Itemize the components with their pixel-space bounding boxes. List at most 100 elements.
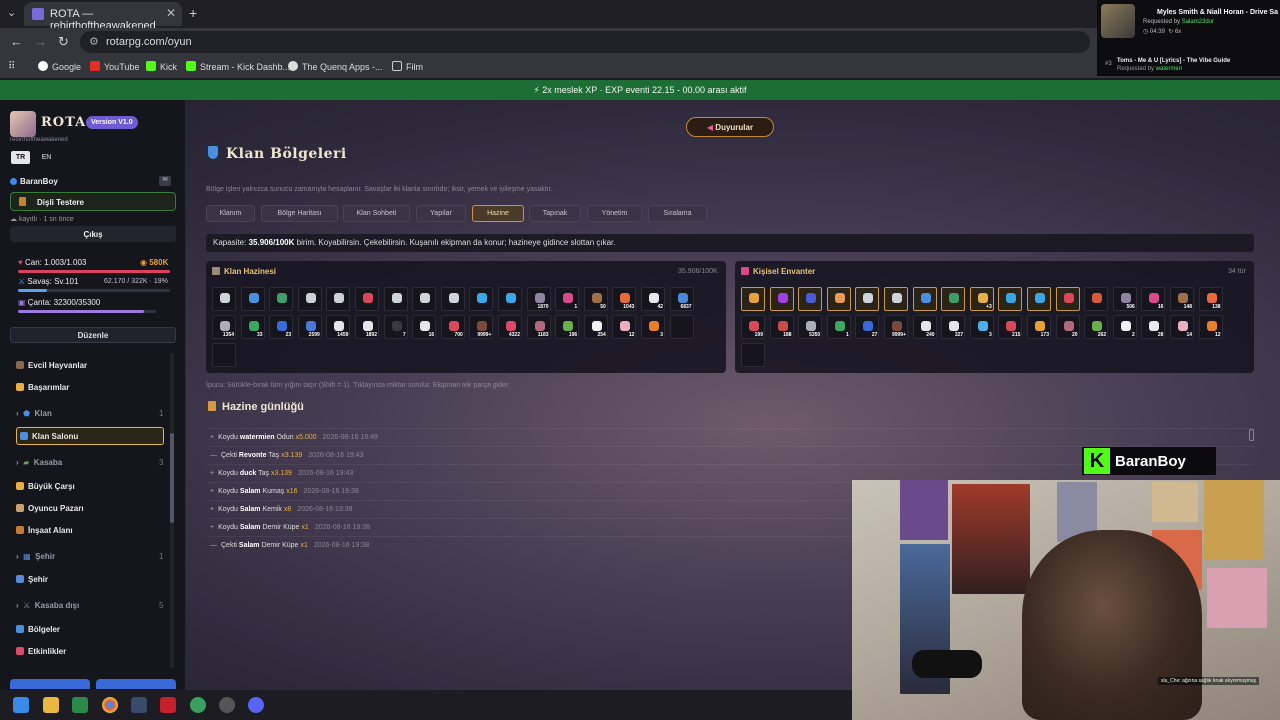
- sidebar-item-pets[interactable]: Evcil Hayvanlar: [16, 361, 87, 370]
- forward-icon[interactable]: →: [34, 34, 47, 49]
- message-icon[interactable]: ✉: [159, 176, 171, 186]
- item-slot[interactable]: 23: [269, 315, 294, 339]
- sidebar-group-clan[interactable]: › ⬟ Klan 1: [16, 409, 163, 418]
- sidebar-group-outside[interactable]: › ⚔ Kasaba dışı 5: [16, 601, 163, 610]
- item-slot[interactable]: 3: [641, 315, 665, 339]
- item-slot[interactable]: 254: [583, 315, 608, 339]
- logout-button[interactable]: Çıkış: [10, 226, 176, 242]
- item-slot[interactable]: [440, 287, 465, 311]
- item-slot[interactable]: 2: [1112, 315, 1137, 339]
- item-slot[interactable]: +3: [969, 287, 994, 311]
- item-slot[interactable]: 138: [1198, 287, 1223, 311]
- item-slot[interactable]: [326, 287, 351, 311]
- item-slot[interactable]: [240, 287, 265, 311]
- item-slot[interactable]: [912, 287, 937, 311]
- item-slot[interactable]: 16: [412, 315, 437, 339]
- app-icon[interactable]: [131, 697, 147, 713]
- item-slot[interactable]: 1354: [212, 315, 236, 339]
- item-slot[interactable]: 33: [240, 315, 265, 339]
- sidebar-item-big-market[interactable]: Büyük Çarşı: [16, 482, 75, 491]
- bookmark-stream-dashboard[interactable]: Stream - Kick Dashb...: [186, 61, 290, 72]
- log-scrollbar[interactable]: [1249, 429, 1254, 441]
- tab-clan-chat[interactable]: Klan Sohbeti: [343, 205, 410, 222]
- item-slot[interactable]: 188: [769, 315, 794, 339]
- sidebar-group-town[interactable]: › ▰ Kasaba 3: [16, 458, 163, 467]
- item-slot[interactable]: [383, 287, 408, 311]
- item-slot[interactable]: 1: [826, 315, 851, 339]
- sidebar-item-events[interactable]: Etkinlikler: [16, 647, 66, 656]
- item-slot[interactable]: [1084, 287, 1109, 311]
- item-slot[interactable]: [498, 287, 522, 311]
- item-slot[interactable]: 1043: [612, 287, 637, 311]
- tab-buildings[interactable]: Yapılar: [416, 205, 466, 222]
- item-slot[interactable]: 1183: [526, 315, 551, 339]
- item-slot[interactable]: 700: [440, 315, 465, 339]
- tab-temple[interactable]: Tapınak: [529, 205, 581, 222]
- reload-icon[interactable]: ↻: [58, 34, 69, 50]
- windows-start-icon[interactable]: [13, 697, 29, 713]
- item-slot[interactable]: [884, 287, 908, 311]
- item-slot[interactable]: [1027, 287, 1051, 311]
- announcements-button[interactable]: ◀ Duyurular: [686, 117, 774, 137]
- item-slot[interactable]: 5350: [798, 315, 823, 339]
- item-slot[interactable]: [741, 343, 765, 367]
- lang-tr-button[interactable]: TR: [11, 151, 30, 164]
- item-slot[interactable]: [798, 287, 823, 311]
- file-explorer-icon[interactable]: [43, 697, 59, 713]
- item-slot[interactable]: 506: [1112, 287, 1137, 311]
- sidebar-item-clan-hall[interactable]: Klan Salonu: [16, 427, 164, 445]
- sidebar-scroll-thumb[interactable]: [170, 433, 174, 523]
- item-slot[interactable]: [1055, 287, 1080, 311]
- sidebar-item-city[interactable]: Şehir: [16, 575, 48, 584]
- item-slot[interactable]: [269, 287, 294, 311]
- bookmark-youtube[interactable]: YouTube: [90, 61, 139, 72]
- sidebar-bottom-button[interactable]: [10, 679, 90, 689]
- bookmark-google[interactable]: Google: [38, 61, 81, 72]
- item-slot[interactable]: 4322: [498, 315, 522, 339]
- sidebar-item-construction[interactable]: İnşaat Alanı: [16, 526, 73, 535]
- app-icon[interactable]: [219, 697, 235, 713]
- item-slot[interactable]: 12: [1198, 315, 1223, 339]
- sidebar-item-regions[interactable]: Bölgeler: [16, 625, 60, 634]
- job-button[interactable]: Dişli Testere: [10, 192, 176, 211]
- edit-button[interactable]: Düzenle: [10, 327, 176, 343]
- close-tab-icon[interactable]: ✕: [166, 6, 176, 20]
- item-slot[interactable]: [412, 287, 437, 311]
- item-slot[interactable]: 20: [1055, 315, 1080, 339]
- tab-my-clan[interactable]: Klanım: [206, 205, 255, 222]
- item-slot[interactable]: 240: [912, 315, 937, 339]
- item-slot[interactable]: [669, 315, 694, 339]
- sidebar-bottom-button[interactable]: [96, 679, 176, 689]
- item-slot[interactable]: [741, 287, 765, 311]
- lang-en-button[interactable]: EN: [37, 151, 56, 164]
- new-tab-icon[interactable]: +: [189, 5, 197, 21]
- item-slot[interactable]: 3: [969, 315, 994, 339]
- item-slot[interactable]: 196: [555, 315, 580, 339]
- item-slot[interactable]: 27: [855, 315, 880, 339]
- sidebar-item-player-market[interactable]: Oyuncu Pazarı: [16, 504, 84, 513]
- spreadsheet-icon[interactable]: [72, 697, 88, 713]
- item-slot[interactable]: 262: [1084, 315, 1109, 339]
- item-slot[interactable]: 1459: [326, 315, 351, 339]
- tab-ranking[interactable]: Sıralama: [648, 205, 707, 222]
- item-slot[interactable]: [355, 287, 379, 311]
- item-slot[interactable]: [769, 287, 794, 311]
- sidebar-group-city[interactable]: › ▦ Şehir 1: [16, 552, 163, 561]
- bookmark-folder-film[interactable]: Film: [392, 61, 423, 72]
- item-slot[interactable]: [826, 287, 851, 311]
- app-icon[interactable]: [190, 697, 206, 713]
- tab-region-map[interactable]: Bölge Haritası: [261, 205, 338, 222]
- item-slot[interactable]: [941, 287, 966, 311]
- item-slot[interactable]: 6837: [669, 287, 694, 311]
- item-slot[interactable]: 1870: [526, 287, 551, 311]
- item-slot[interactable]: 9999+: [469, 315, 494, 339]
- tab-list-chevron-icon[interactable]: ⌄: [7, 6, 16, 19]
- item-slot[interactable]: 2599: [297, 315, 322, 339]
- item-slot[interactable]: 28: [1141, 315, 1166, 339]
- item-slot[interactable]: 148: [1170, 287, 1194, 311]
- item-slot[interactable]: 12: [612, 315, 637, 339]
- item-slot[interactable]: 16: [1141, 287, 1166, 311]
- bookmark-quenq-apps[interactable]: The Quenq Apps -...: [288, 61, 383, 72]
- item-slot[interactable]: [297, 287, 322, 311]
- address-bar[interactable]: ⚙ rotarpg.com/oyun: [80, 31, 1090, 53]
